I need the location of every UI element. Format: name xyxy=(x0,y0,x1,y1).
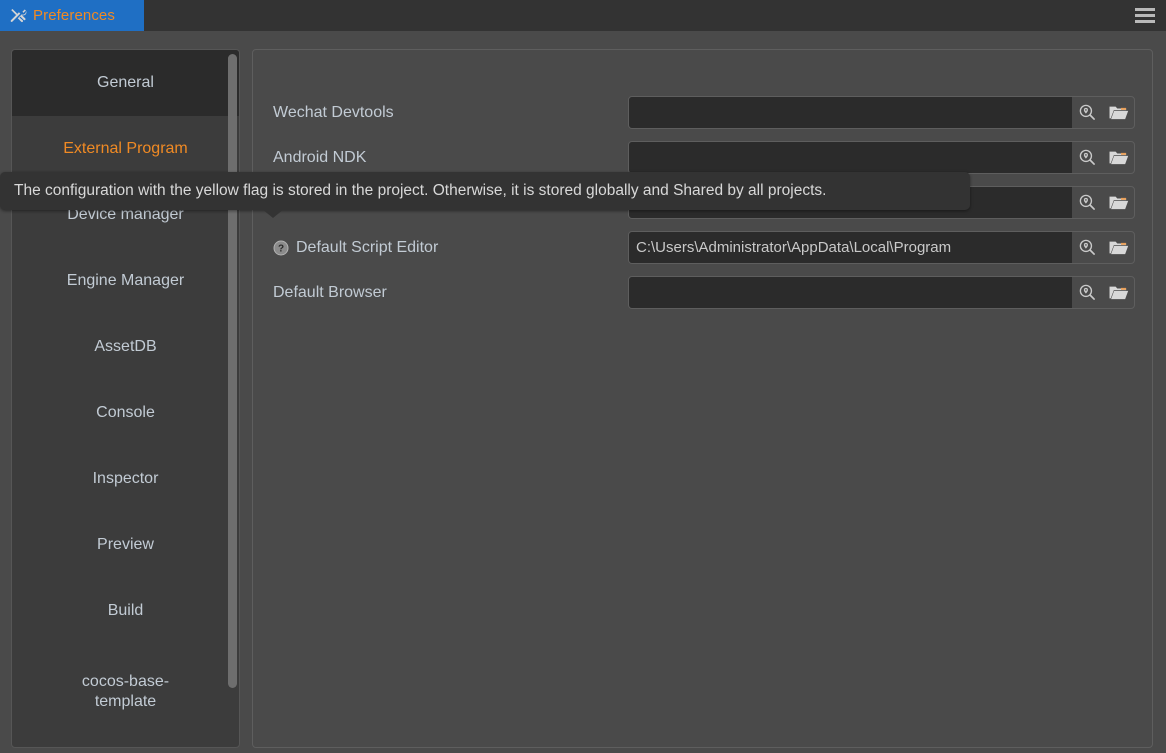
sidebar-item-label: Engine Manager xyxy=(66,272,185,289)
preferences-sidebar: General External Program Device manager Eng… xyxy=(11,49,240,748)
hamburger-bar xyxy=(1135,20,1155,23)
tools-icon xyxy=(9,7,27,25)
sidebar-item-label: Build xyxy=(107,602,144,619)
open-folder-icon[interactable] xyxy=(1103,187,1134,218)
sidebar-item-engine-manager[interactable]: Engine Manager xyxy=(12,248,239,314)
row-label-group: Wechat Devtools xyxy=(273,104,628,122)
path-field-group xyxy=(628,141,1135,174)
path-input[interactable] xyxy=(629,97,1072,128)
settings-row: ? Default Script Editor xyxy=(253,225,1152,270)
sidebar-nav-list: General External Program Device manager Eng… xyxy=(12,50,239,747)
sidebar-item-assetdb[interactable]: AssetDB xyxy=(12,314,239,380)
row-label-text: Default Script Editor xyxy=(296,238,439,256)
path-field-group xyxy=(628,276,1135,309)
settings-row: Default Browser xyxy=(253,270,1152,315)
open-folder-icon[interactable] xyxy=(1103,277,1134,308)
open-folder-icon[interactable] xyxy=(1103,97,1134,128)
row-label-text: Default Browser xyxy=(273,283,387,301)
settings-row: Wechat Devtools xyxy=(253,90,1152,135)
tab-preferences[interactable]: Preferences xyxy=(0,0,144,31)
sidebar-item-general[interactable]: General xyxy=(12,50,239,116)
path-field-group xyxy=(628,231,1135,264)
tab-label: Preferences xyxy=(33,7,115,24)
tooltip: The configuration with the yellow flag i… xyxy=(0,172,970,210)
magnifier-locate-icon[interactable] xyxy=(1072,187,1103,218)
path-input[interactable] xyxy=(629,232,1072,263)
sidebar-scrollbar-track[interactable] xyxy=(228,52,237,745)
svg-text:?: ? xyxy=(278,243,284,254)
magnifier-locate-icon[interactable] xyxy=(1072,232,1103,263)
sidebar-item-cocos-base-template[interactable]: cocos-base- template xyxy=(12,644,239,740)
titlebar-separator xyxy=(0,31,1166,40)
row-label-text: Android NDK xyxy=(273,148,367,166)
sidebar-item-label: Console xyxy=(96,404,155,421)
title-bar: Preferences xyxy=(0,0,1166,31)
sidebar-item-label: General xyxy=(97,74,154,91)
hamburger-bar xyxy=(1135,8,1155,11)
tooltip-text: The configuration with the yellow flag i… xyxy=(14,182,827,199)
sidebar-item-label: cocos-base- template xyxy=(81,673,170,710)
open-folder-icon[interactable] xyxy=(1103,142,1134,173)
sidebar-item-label: AssetDB xyxy=(94,338,157,355)
row-label-group: Android NDK xyxy=(273,149,628,167)
sidebar-item-build[interactable]: Build xyxy=(12,578,239,644)
sidebar-item-preview[interactable]: Preview xyxy=(12,512,239,578)
row-label-group: Default Browser xyxy=(273,284,628,302)
sidebar-item-console[interactable]: Console xyxy=(12,380,239,446)
path-input[interactable] xyxy=(629,142,1072,173)
sidebar-item-label: Preview xyxy=(97,536,154,553)
sidebar-scrollbar-thumb[interactable] xyxy=(228,54,237,688)
row-label-text: Wechat Devtools xyxy=(273,103,394,121)
magnifier-locate-icon[interactable] xyxy=(1072,97,1103,128)
open-folder-icon[interactable] xyxy=(1103,232,1134,263)
sidebar-item-inspector[interactable]: Inspector xyxy=(12,446,239,512)
question-mark-help-icon[interactable]: ? xyxy=(273,240,289,256)
sidebar-item-label: Inspector xyxy=(92,470,159,487)
magnifier-locate-icon[interactable] xyxy=(1072,142,1103,173)
path-field-group xyxy=(628,96,1135,129)
hamburger-menu-icon[interactable] xyxy=(1135,8,1155,23)
sidebar-item-label: External Program xyxy=(63,140,188,157)
magnifier-locate-icon[interactable] xyxy=(1072,277,1103,308)
path-input[interactable] xyxy=(629,277,1072,308)
row-label-group: ? Default Script Editor xyxy=(273,239,628,257)
hamburger-bar xyxy=(1135,14,1155,17)
tooltip-arrow xyxy=(262,209,284,218)
external-program-settings-panel: Wechat Devtools Android NDK? Default Scrip… xyxy=(252,49,1153,748)
